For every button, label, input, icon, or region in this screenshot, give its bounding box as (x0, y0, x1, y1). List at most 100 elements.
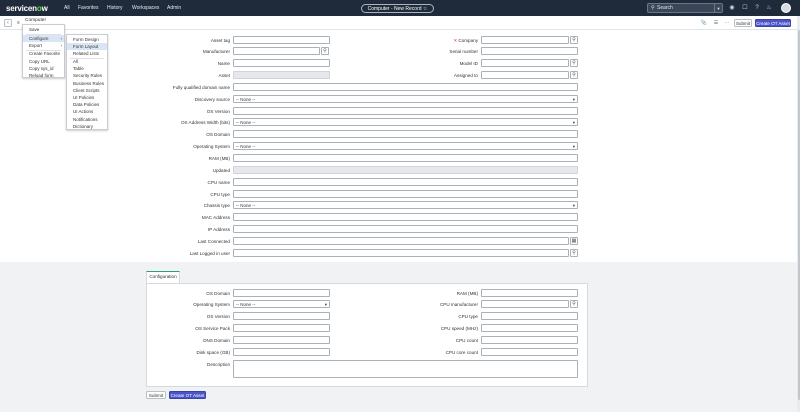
submenu-item-data-policies[interactable]: Data Policies (67, 101, 107, 108)
cfg-cpu-type-input[interactable] (481, 312, 578, 320)
cfg-cpu-manufacturer-input[interactable] (481, 300, 569, 308)
cfg-description-textarea[interactable] (233, 360, 578, 378)
company-label: ✕Company (453, 38, 478, 43)
bell-icon[interactable]: ♨ (765, 4, 773, 12)
last-connected-input[interactable] (233, 237, 569, 245)
back-button[interactable]: ‹ (4, 19, 12, 27)
cpu-type-input[interactable] (233, 190, 578, 198)
form-header (0, 16, 797, 30)
nav-history[interactable]: History (107, 5, 123, 11)
submenu-item-business-rules[interactable]: Business Rules (67, 80, 107, 87)
cpu-manufacturer-lookup-icon[interactable]: ⚲ (570, 300, 578, 308)
model-id-input[interactable] (481, 59, 569, 67)
last-logged-in-user-lookup-icon[interactable]: ⚲ (570, 249, 578, 257)
cfg-operating-system-select[interactable]: -- None -- (233, 300, 330, 308)
calendar-icon[interactable]: ▦ (570, 237, 578, 245)
attachment-icon[interactable]: 📎 (700, 19, 708, 27)
cfg-cpu-count-input[interactable] (481, 336, 578, 344)
os-domain-input[interactable] (233, 130, 578, 138)
cpu-type-label: CPU type (210, 192, 230, 197)
assigned-to-lookup-icon[interactable]: ⚲ (570, 71, 578, 79)
cfg-dns-domain-input[interactable] (233, 336, 330, 344)
cpu-name-input[interactable] (233, 178, 578, 186)
chat-icon[interactable]: ☐ (741, 4, 749, 12)
cfg-cpu-speed-input[interactable] (481, 324, 578, 332)
cfg-os-version-input[interactable] (233, 312, 330, 320)
serial-number-label: Serial number (449, 49, 478, 54)
manufacturer-input[interactable] (233, 47, 320, 55)
nav-favorites[interactable]: Favorites (78, 5, 99, 11)
cfg-dns-domain-label: DNS Domain (203, 338, 230, 343)
submenu-item-client-scripts[interactable]: Client Scripts (67, 87, 107, 94)
nav-admin[interactable]: Admin (167, 5, 181, 11)
submit-button-top[interactable]: Submit (734, 19, 752, 27)
create-ot-asset-button-bottom[interactable]: Create OT Asset (169, 391, 206, 399)
last-logged-in-user-input[interactable] (233, 249, 569, 257)
create-ot-asset-button-top[interactable]: Create OT Asset (755, 19, 791, 27)
os-version-input[interactable] (233, 107, 578, 115)
operating-system-select[interactable]: -- None -- (233, 142, 578, 150)
cfg-cpu-core-count-input[interactable] (481, 348, 578, 356)
menu-item-save[interactable]: Save (23, 26, 64, 33)
chassis-type-select[interactable]: -- None -- (233, 201, 578, 209)
form-context-menu-icon[interactable]: ≡ (17, 20, 20, 26)
menu-item-export[interactable]: Export › (23, 42, 64, 49)
assigned-to-input[interactable] (481, 71, 569, 79)
manufacturer-lookup-icon[interactable]: ⚲ (321, 47, 329, 55)
cfg-ram-input[interactable] (481, 289, 578, 297)
chevron-right-icon: › (60, 43, 63, 48)
tab-configuration[interactable]: Configuration (146, 271, 180, 283)
os-address-width-select[interactable]: -- None -- (233, 118, 578, 126)
updated-readonly-field (233, 166, 578, 174)
menu-item-reload-form[interactable]: Reload form (23, 72, 64, 79)
settings-sliders-icon[interactable]: ☰ (712, 19, 720, 27)
globe-icon[interactable]: ◉ (728, 4, 736, 12)
record-title-pill[interactable]: Computer - New Record ☆ (361, 3, 434, 13)
servicenow-logo[interactable]: servicenow (6, 4, 48, 13)
nav-all[interactable]: All (64, 5, 70, 11)
company-lookup-icon[interactable]: ⚲ (570, 36, 578, 44)
menu-item-create-favorite[interactable]: Create Favorite (23, 50, 64, 57)
submenu-item-notifications[interactable]: Notifications (67, 116, 107, 123)
user-avatar[interactable] (781, 3, 791, 13)
ip-address-input[interactable] (233, 225, 578, 233)
cfg-disk-space-input[interactable] (233, 348, 330, 356)
cfg-cpu-speed-label: CPU speed (MHz) (440, 326, 478, 331)
cfg-disk-space-label: Disk space (GB) (196, 350, 230, 355)
submenu-item-table[interactable]: Table (67, 65, 107, 72)
company-input[interactable] (481, 36, 569, 44)
discovery-source-select[interactable]: -- None -- (233, 95, 578, 103)
mac-address-input[interactable] (233, 213, 578, 221)
cfg-os-domain-input[interactable] (233, 289, 330, 297)
assigned-to-label: Assigned to (453, 73, 478, 78)
nav-workspaces[interactable]: Workspaces (132, 5, 159, 11)
more-options-icon[interactable]: ⋯ (723, 19, 731, 27)
cfg-os-version-label: OS Version (206, 314, 230, 319)
fqdn-input[interactable] (233, 83, 578, 91)
menu-item-configure[interactable]: Configure › (23, 34, 64, 42)
submenu-item-ui-actions[interactable]: UI Actions (67, 108, 107, 115)
cfg-os-service-pack-input[interactable] (233, 324, 330, 332)
submenu-item-related-lists[interactable]: Related Lists (67, 50, 107, 57)
page-scrollbar-thumb[interactable] (797, 30, 800, 400)
submit-button-bottom[interactable]: Submit (146, 391, 166, 399)
asset-tag-input[interactable] (233, 36, 330, 44)
asset-label: Asset (218, 73, 231, 78)
updated-label: Updated (212, 168, 230, 173)
serial-number-input[interactable] (481, 47, 578, 55)
cfg-cpu-type-label: CPU type (458, 314, 478, 319)
help-icon[interactable]: ? (753, 4, 761, 12)
global-search-input[interactable]: ⚲ Search ▼ (647, 3, 723, 13)
ram-input[interactable] (233, 154, 578, 162)
ip-address-label: IP Address (207, 227, 230, 232)
name-input[interactable] (233, 59, 330, 67)
chevron-down-icon[interactable]: ▼ (714, 4, 722, 13)
model-id-lookup-icon[interactable]: ⚲ (570, 59, 578, 67)
submenu-item-dictionary[interactable]: Dictionary (67, 123, 107, 130)
submenu-item-all[interactable]: All (67, 58, 107, 65)
submenu-item-ui-policies[interactable]: UI Policies (67, 94, 107, 101)
submenu-item-security-rules[interactable]: Security Rules (67, 72, 107, 79)
model-id-label: Model ID (459, 61, 478, 66)
cfg-description-label: Description (207, 362, 230, 367)
mac-address-label: MAC Address (201, 215, 230, 220)
